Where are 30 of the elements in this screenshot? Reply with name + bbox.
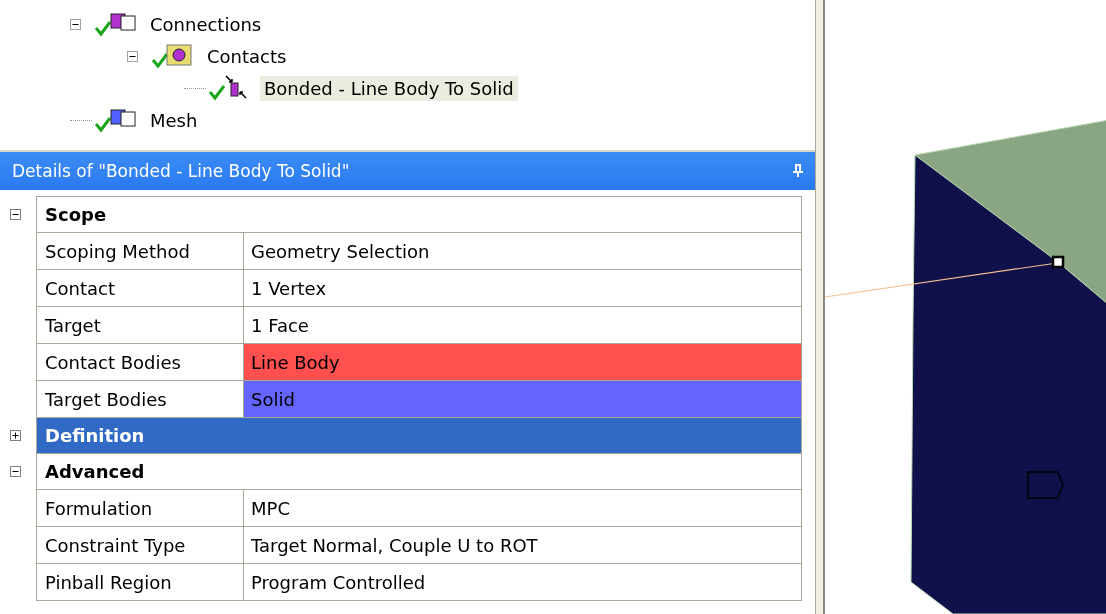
property-value[interactable]: Program Controlled: [244, 564, 801, 600]
property-value[interactable]: Target Normal, Couple U to ROT: [244, 527, 801, 563]
tree-item[interactable]: Contacts: [203, 43, 291, 69]
property-label: Formulation: [37, 490, 244, 526]
property-value[interactable]: 1 Face: [244, 307, 801, 343]
collapse-toggle[interactable]: [70, 18, 81, 30]
collapse-toggle[interactable]: [10, 465, 21, 477]
property-value[interactable]: 1 Vertex: [244, 270, 801, 306]
property-label: Pinball Region: [37, 564, 244, 600]
collapse-toggle[interactable]: [10, 208, 21, 220]
property-label: Scoping Method: [37, 233, 244, 269]
vertex-marker[interactable]: [1051, 255, 1065, 269]
collapse-toggle[interactable]: [127, 50, 138, 62]
property-value[interactable]: MPC: [244, 490, 801, 526]
property-label: Target: [37, 307, 244, 343]
property-label: Contact: [37, 270, 244, 306]
tree-item[interactable]: Bonded - Line Body To Solid: [260, 75, 518, 101]
panel-title: Details of "Bonded - Line Body To Solid": [12, 161, 350, 181]
group-header[interactable]: Definition: [36, 417, 802, 453]
property-value[interactable]: Line Body: [244, 344, 801, 380]
tree-item[interactable]: Connections: [146, 11, 266, 37]
property-value[interactable]: Geometry Selection: [244, 233, 801, 269]
group-header[interactable]: Scope: [36, 196, 802, 232]
collapse-toggle[interactable]: [10, 429, 21, 441]
property-value[interactable]: Solid: [244, 381, 801, 417]
property-label: Constraint Type: [37, 527, 244, 563]
splitter[interactable]: [815, 0, 825, 614]
group-header[interactable]: Advanced: [36, 453, 802, 489]
pin-icon[interactable]: [793, 164, 803, 178]
tree-item[interactable]: Mesh: [146, 107, 202, 133]
